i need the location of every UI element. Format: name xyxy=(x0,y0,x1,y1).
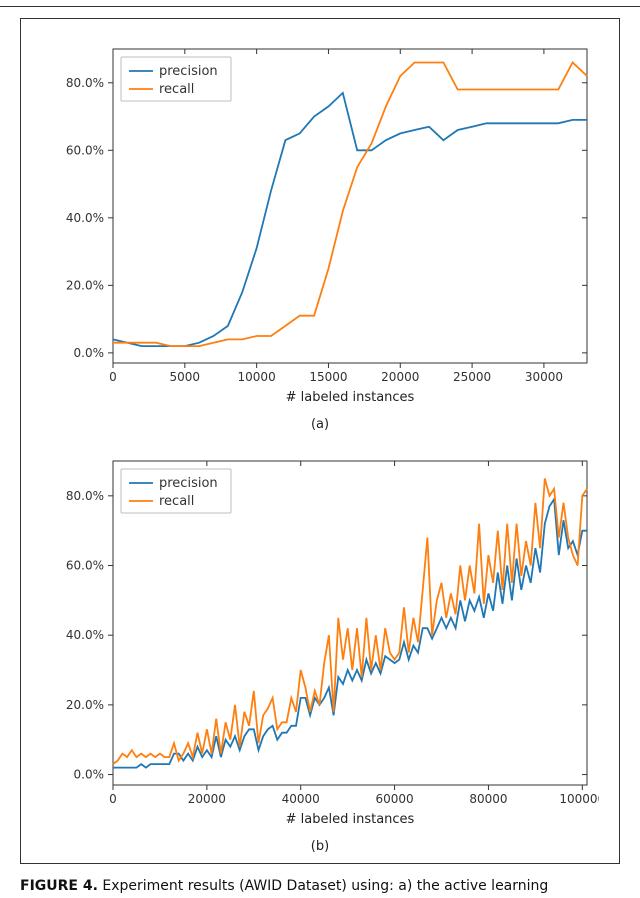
svg-text:10000: 10000 xyxy=(238,370,276,384)
figure-caption: FIGURE 4. Experiment results (AWID Datas… xyxy=(20,878,548,894)
svg-text:40000: 40000 xyxy=(282,792,320,806)
svg-text:40.0%: 40.0% xyxy=(66,628,104,642)
chart-a: 0.0% 20.0% 40.0% 60.0% 80.0% 0 5000 10000 15000 2… xyxy=(43,39,599,411)
subpanel-label-a: (a) xyxy=(21,417,619,432)
svg-text:# labeled instances: # labeled instances xyxy=(286,812,415,827)
svg-text:recall: recall xyxy=(159,82,194,97)
svg-text:recall: recall xyxy=(159,494,194,509)
chart-panel-a: 0.0% 20.0% 40.0% 60.0% 80.0% 0 5000 10000 15000 2… xyxy=(43,39,599,411)
svg-text:60.0%: 60.0% xyxy=(66,143,104,157)
svg-text:0.0%: 0.0% xyxy=(74,768,105,782)
svg-text:20.0%: 20.0% xyxy=(66,278,104,292)
svg-text:0: 0 xyxy=(109,370,117,384)
svg-text:80000: 80000 xyxy=(469,792,507,806)
svg-text:30000: 30000 xyxy=(525,370,563,384)
figure-page: 0.0% 20.0% 40.0% 60.0% 80.0% 0 5000 10000 15000 2… xyxy=(0,0,640,898)
top-rule xyxy=(0,6,640,7)
svg-text:15000: 15000 xyxy=(309,370,347,384)
svg-text:0: 0 xyxy=(109,792,117,806)
svg-text:20000: 20000 xyxy=(188,792,226,806)
caption-prefix: FIGURE 4. xyxy=(20,878,98,894)
svg-text:# labeled instances: # labeled instances xyxy=(286,390,415,405)
svg-text:0.0%: 0.0% xyxy=(74,346,105,360)
svg-text:60.0%: 60.0% xyxy=(66,559,104,573)
svg-text:80.0%: 80.0% xyxy=(66,489,104,503)
svg-text:40.0%: 40.0% xyxy=(66,211,104,225)
caption-text: Experiment results (AWID Dataset) using:… xyxy=(98,878,548,894)
svg-text:precision: precision xyxy=(159,476,218,491)
svg-text:100000: 100000 xyxy=(559,792,599,806)
svg-text:precision: precision xyxy=(159,64,218,79)
svg-text:5000: 5000 xyxy=(170,370,201,384)
svg-text:80.0%: 80.0% xyxy=(66,76,104,90)
svg-text:60000: 60000 xyxy=(375,792,413,806)
svg-text:25000: 25000 xyxy=(453,370,491,384)
svg-text:20.0%: 20.0% xyxy=(66,698,104,712)
chart-panel-b: 0.0% 20.0% 40.0% 60.0% 80.0% 0 20000 40000 60000… xyxy=(43,451,599,833)
figure-frame: 0.0% 20.0% 40.0% 60.0% 80.0% 0 5000 10000 15000 2… xyxy=(20,18,620,864)
subpanel-label-b: (b) xyxy=(21,839,619,854)
svg-text:20000: 20000 xyxy=(381,370,419,384)
chart-b: 0.0% 20.0% 40.0% 60.0% 80.0% 0 20000 40000 60000… xyxy=(43,451,599,833)
